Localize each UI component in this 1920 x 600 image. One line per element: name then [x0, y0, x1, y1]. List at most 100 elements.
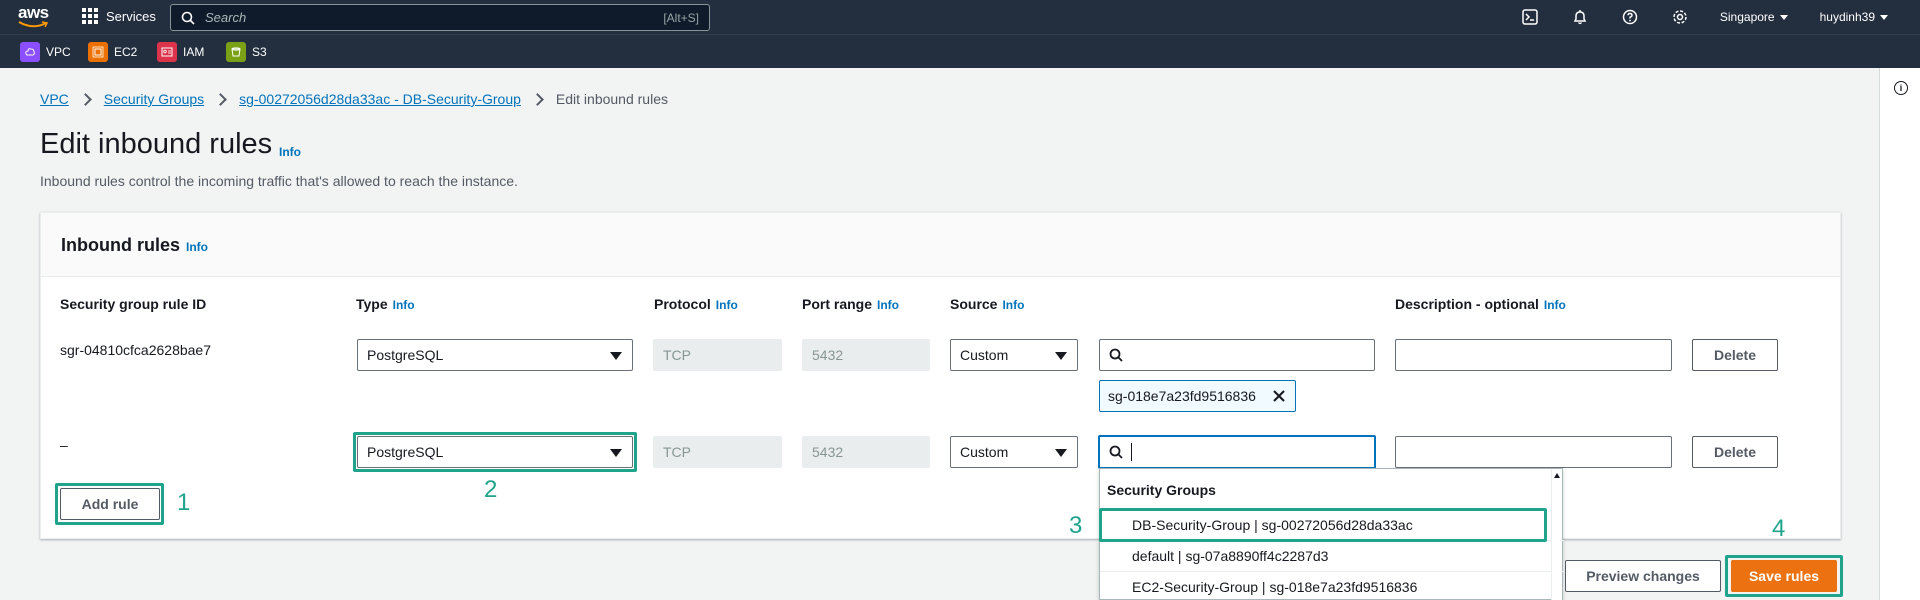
type-select-value: PostgreSQL [367, 347, 444, 363]
preview-changes-button[interactable]: Preview changes [1565, 560, 1721, 592]
chevron-right-icon [78, 92, 92, 106]
dropdown-option[interactable]: default | sg-07a8890ff4c2287d3 [1100, 541, 1564, 572]
chevron-right-icon [214, 92, 228, 106]
search-icon [1109, 348, 1123, 362]
aws-smile-icon [18, 21, 48, 28]
description-input[interactable] [1395, 339, 1672, 371]
rule-id: – [60, 437, 68, 453]
gear-icon[interactable] [1670, 7, 1690, 27]
port-range-info-link[interactable]: Info [877, 298, 899, 312]
favorite-label: S3 [252, 45, 267, 59]
search-input[interactable] [205, 10, 664, 25]
breadcrumb: VPC Security Groups sg-00272056d28da33ac… [40, 91, 668, 107]
source-search-input-focused[interactable] [1098, 435, 1376, 469]
port-range-field: 5432 [802, 339, 930, 371]
favorite-label: EC2 [114, 45, 138, 59]
column-header-type: Type Info [356, 296, 415, 312]
step-number: 1 [177, 489, 191, 516]
description-info-link[interactable]: Info [1544, 298, 1566, 312]
step-number: 2 [484, 476, 498, 503]
breadcrumb-security-groups[interactable]: Security Groups [104, 91, 204, 107]
delete-button[interactable]: Delete [1692, 436, 1778, 468]
favorite-s3[interactable]: S3 [226, 42, 267, 62]
region-label: Singapore [1719, 10, 1775, 24]
column-header-source: Source Info [950, 296, 1025, 312]
dropdown-group-header: Security Groups [1107, 482, 1216, 498]
source-select[interactable]: Custom [950, 436, 1078, 468]
protocol-field: TCP [653, 436, 782, 468]
caret-down-icon [1779, 14, 1788, 20]
top-navigation-bar: aws Services [Alt+S] Singapore huydinh39 [0, 0, 1920, 34]
page-description: Inbound rules control the incoming traff… [40, 173, 518, 189]
iam-icon [157, 42, 177, 62]
step-number: 4 [1772, 515, 1786, 542]
panel-title: Inbound rules [61, 235, 180, 255]
cloudshell-icon[interactable] [1520, 7, 1540, 27]
help-icon[interactable] [1620, 7, 1640, 27]
region-selector[interactable]: Singapore [1720, 10, 1788, 24]
close-icon[interactable] [1271, 388, 1287, 404]
highlight-save-rules [1725, 555, 1843, 597]
scroll-up-icon [1554, 473, 1560, 478]
page-info-link[interactable]: Info [279, 145, 301, 159]
favorite-label: VPC [46, 45, 71, 59]
source-token-label: sg-018e7a23fd9516836 [1108, 388, 1256, 404]
favorite-vpc[interactable]: VPC [20, 42, 71, 62]
favorite-label: IAM [183, 45, 205, 59]
favorite-ec2[interactable]: EC2 [88, 42, 137, 62]
source-select-value: Custom [960, 444, 1009, 460]
caret-down-icon [1880, 14, 1888, 20]
favorites-bar: VPC EC2 IAM S3 [0, 34, 1920, 68]
column-header-protocol: Protocol Info [654, 296, 738, 312]
protocol-field: TCP [653, 339, 782, 371]
services-label: Services [106, 8, 156, 24]
source-info-link[interactable]: Info [1002, 298, 1024, 312]
ec2-icon [88, 42, 108, 62]
s3-icon [226, 42, 246, 62]
source-select[interactable]: Custom [950, 339, 1078, 371]
search-icon [1109, 445, 1123, 459]
bell-icon[interactable] [1570, 7, 1590, 27]
global-search[interactable]: [Alt+S] [170, 4, 710, 31]
aws-logo-text: aws [18, 3, 49, 22]
highlight-dropdown-option [1099, 508, 1547, 542]
caret-down-icon [1055, 449, 1067, 457]
caret-down-icon [610, 352, 622, 360]
dropdown-option[interactable]: EC2-Security-Group | sg-018e7a23fd951683… [1100, 572, 1564, 600]
account-label: huydinh39 [1819, 10, 1875, 24]
search-icon [181, 11, 195, 25]
protocol-info-link[interactable]: Info [716, 298, 738, 312]
panel-info-link[interactable]: Info [186, 240, 208, 254]
account-menu[interactable]: huydinh39 [1820, 10, 1888, 24]
delete-button[interactable]: Delete [1692, 339, 1778, 371]
text-cursor [1131, 443, 1132, 461]
source-select-value: Custom [960, 347, 1009, 363]
source-token: sg-018e7a23fd9516836 [1099, 380, 1296, 412]
favorite-iam[interactable]: IAM [157, 42, 204, 62]
services-menu-button[interactable]: Services [82, 8, 156, 24]
type-select[interactable]: PostgreSQL [357, 339, 633, 371]
info-icon[interactable]: i [1894, 81, 1908, 95]
nav-right-group: Singapore huydinh39 [1520, 0, 1920, 34]
port-range-field: 5432 [802, 436, 930, 468]
breadcrumb-security-group[interactable]: sg-00272056d28da33ac - DB-Security-Group [239, 91, 521, 107]
highlight-add-rule [55, 483, 164, 525]
panel-header: Inbound rules Info [41, 213, 1840, 277]
description-input[interactable] [1395, 436, 1672, 468]
source-search-input[interactable] [1099, 339, 1375, 371]
inbound-rules-panel: Inbound rules Info [40, 212, 1841, 539]
caret-down-icon [1055, 352, 1067, 360]
search-shortcut-hint: [Alt+S] [663, 10, 699, 25]
aws-logo[interactable]: aws [18, 3, 50, 29]
breadcrumb-vpc[interactable]: VPC [40, 91, 69, 107]
chevron-right-icon [531, 92, 544, 106]
rule-id: sgr-04810cfca2628bae7 [60, 342, 212, 358]
dropdown-scrollbar[interactable] [1551, 469, 1562, 600]
step-number: 3 [1069, 512, 1083, 539]
grid-icon [82, 8, 98, 24]
vpc-icon [20, 42, 40, 62]
column-header-rule-id: Security group rule ID [60, 296, 207, 312]
breadcrumb-current: Edit inbound rules [555, 91, 668, 107]
type-info-link[interactable]: Info [393, 298, 415, 312]
column-header-description: Description - optional Info [1395, 296, 1566, 312]
